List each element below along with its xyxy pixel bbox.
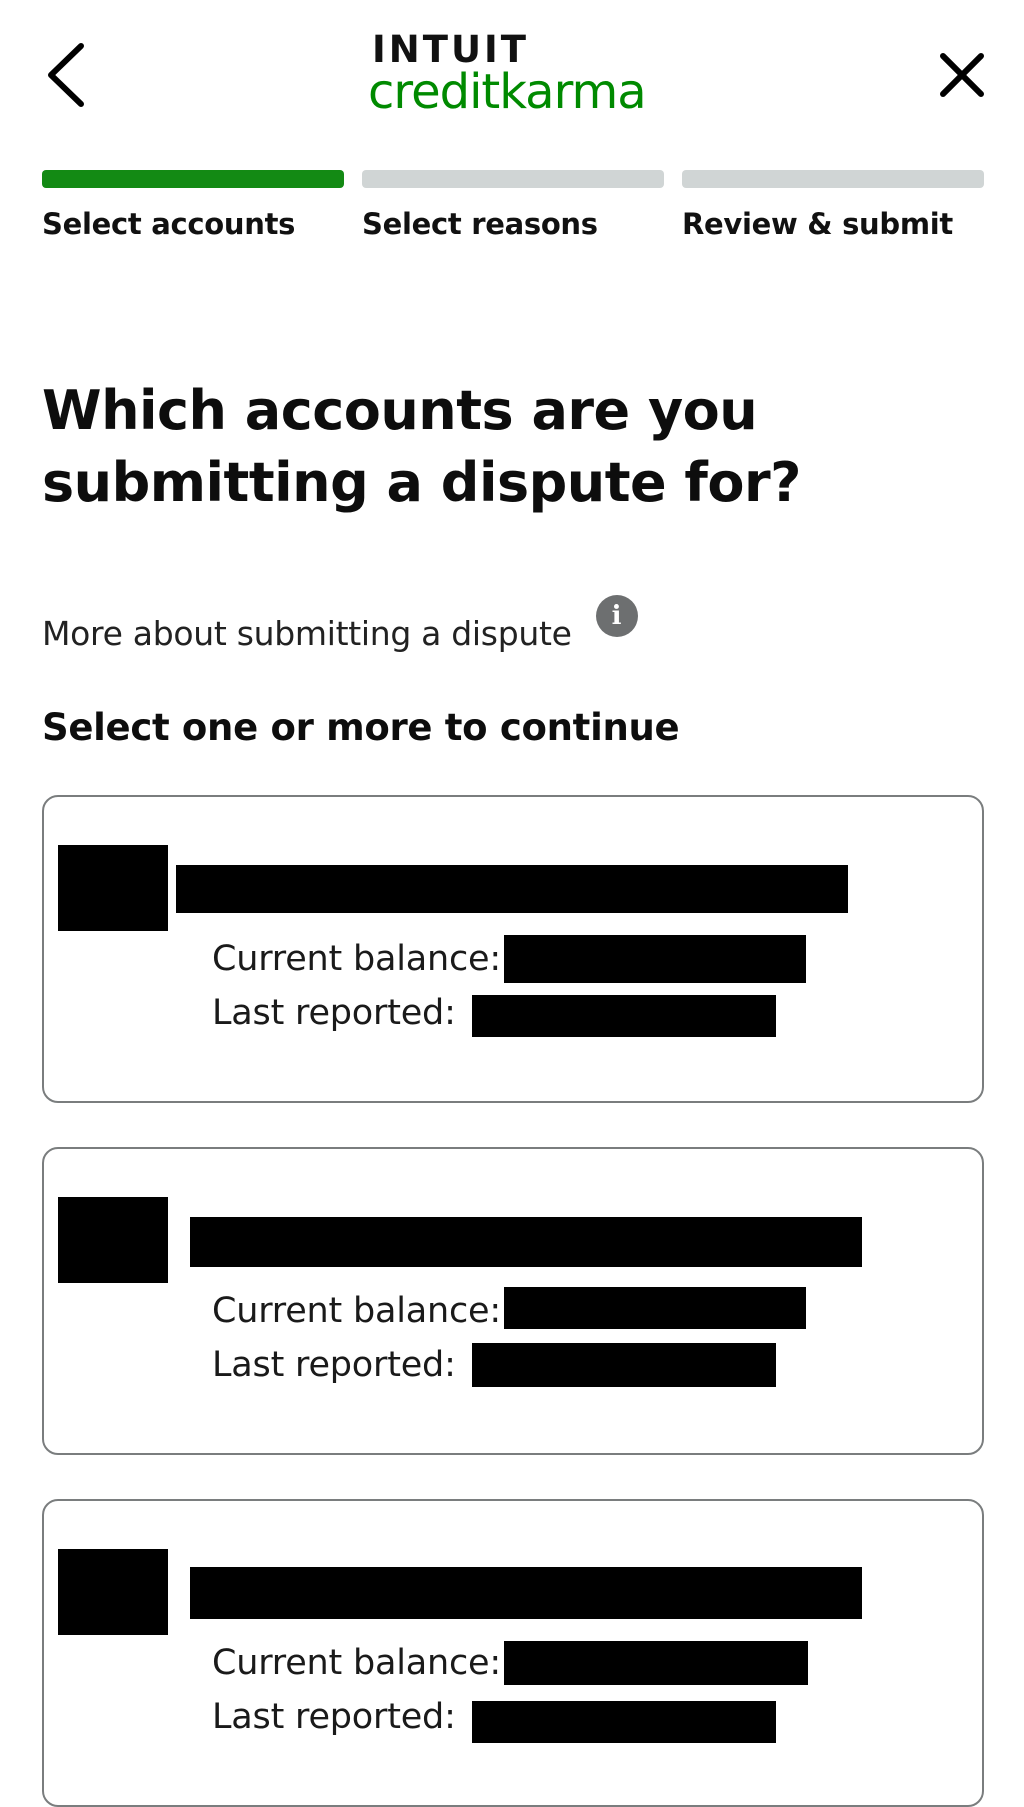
- progress-label-step-3: Review & submit: [682, 207, 953, 241]
- last-reported-label: Last reported:: [212, 1697, 456, 1737]
- progress-label-step-2: Select reasons: [362, 207, 598, 241]
- more-about-dispute-text: More about submitting a dispute: [42, 614, 572, 653]
- current-balance-label: Current balance:: [212, 1643, 501, 1683]
- current-balance-label: Current balance:: [212, 1291, 501, 1331]
- last-reported-value-redacted: [472, 995, 776, 1037]
- logo-creditkarma-text: creditkarma: [368, 64, 647, 120]
- account-name-redacted: [190, 1567, 862, 1619]
- current-balance-value-redacted: [504, 1641, 808, 1685]
- close-button[interactable]: [922, 35, 1002, 115]
- progress-label-step-1: Select accounts: [42, 207, 296, 241]
- chevron-left-icon: [48, 43, 84, 107]
- progress-step-select-accounts: Select accounts: [42, 170, 344, 242]
- last-reported-label: Last reported:: [212, 993, 456, 1033]
- progress-bar-step-1: [42, 170, 344, 188]
- account-card-1[interactable]: Current balance: Last reported:: [42, 795, 984, 1103]
- account-logo-redacted: [58, 845, 168, 931]
- account-logo-redacted: [58, 1197, 168, 1283]
- account-name-redacted: [176, 865, 848, 913]
- info-icon[interactable]: i: [595, 595, 638, 637]
- account-card-3[interactable]: Current balance: Last reported:: [42, 1499, 984, 1807]
- account-name-redacted: [190, 1217, 862, 1267]
- more-about-dispute-link[interactable]: More about submitting a dispute i: [42, 595, 638, 673]
- progress-bar-step-3: [682, 170, 984, 188]
- last-reported-label: Last reported:: [212, 1345, 456, 1385]
- progress-bar-step-2: [362, 170, 664, 188]
- back-button[interactable]: [30, 30, 100, 120]
- close-icon: [940, 53, 984, 97]
- account-card-2[interactable]: Current balance: Last reported:: [42, 1147, 984, 1455]
- top-bar: INTUIT creditkarma: [0, 0, 1024, 150]
- account-logo-redacted: [58, 1549, 168, 1635]
- current-balance-value-redacted: [504, 935, 806, 983]
- progress-step-review-submit: Review & submit: [682, 170, 984, 242]
- current-balance-value-redacted: [504, 1287, 806, 1329]
- progress-step-select-reasons: Select reasons: [362, 170, 664, 242]
- last-reported-value-redacted: [472, 1701, 776, 1743]
- last-reported-value-redacted: [472, 1343, 776, 1387]
- select-prompt: Select one or more to continue: [42, 706, 680, 749]
- current-balance-label: Current balance:: [212, 939, 501, 979]
- creditkarma-logo: INTUIT creditkarma: [368, 30, 668, 121]
- page-title: Which accounts are you submitting a disp…: [42, 379, 801, 514]
